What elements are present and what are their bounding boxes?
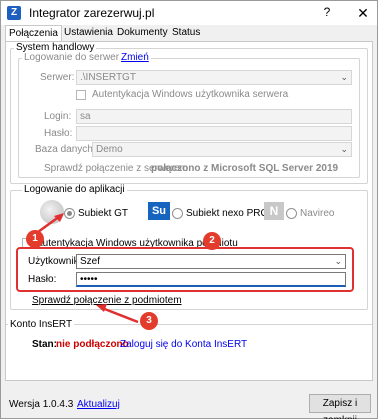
close-button[interactable]: ✕: [353, 3, 373, 23]
tab-ustawienia[interactable]: Ustawienia: [61, 25, 116, 41]
annotation-badge-2: 2: [203, 232, 221, 250]
arrow-3-head: [96, 304, 107, 312]
title-bar: Z Integrator zarezerwuj.pl ? ✕: [1, 1, 377, 25]
version-text: Wersja 1.0.4.3: [9, 399, 74, 410]
window-title: Integrator zarezerwuj.pl: [29, 6, 155, 20]
help-button[interactable]: ?: [319, 5, 335, 21]
annotation-badge-1: 1: [26, 230, 44, 248]
tab-dokumenty[interactable]: Dokumenty: [114, 25, 171, 41]
main-window: Z Integrator zarezerwuj.pl ? ✕ Połączeni…: [0, 0, 378, 419]
annotation-arrows: [37, 213, 139, 324]
annotation-badge-3: 3: [140, 312, 158, 330]
tab-panel-polaczenia: System handlowy Logowanie do serwera SQL…: [5, 41, 373, 381]
save-and-close-button[interactable]: Zapisz i zamknij: [309, 394, 371, 419]
update-link[interactable]: Aktualizuj: [77, 399, 120, 410]
tab-polaczenia[interactable]: Połączenia: [5, 25, 62, 42]
arrow-3-line: [101, 306, 139, 324]
app-logo-icon: Z: [7, 6, 21, 20]
tab-status[interactable]: Status: [169, 25, 203, 41]
